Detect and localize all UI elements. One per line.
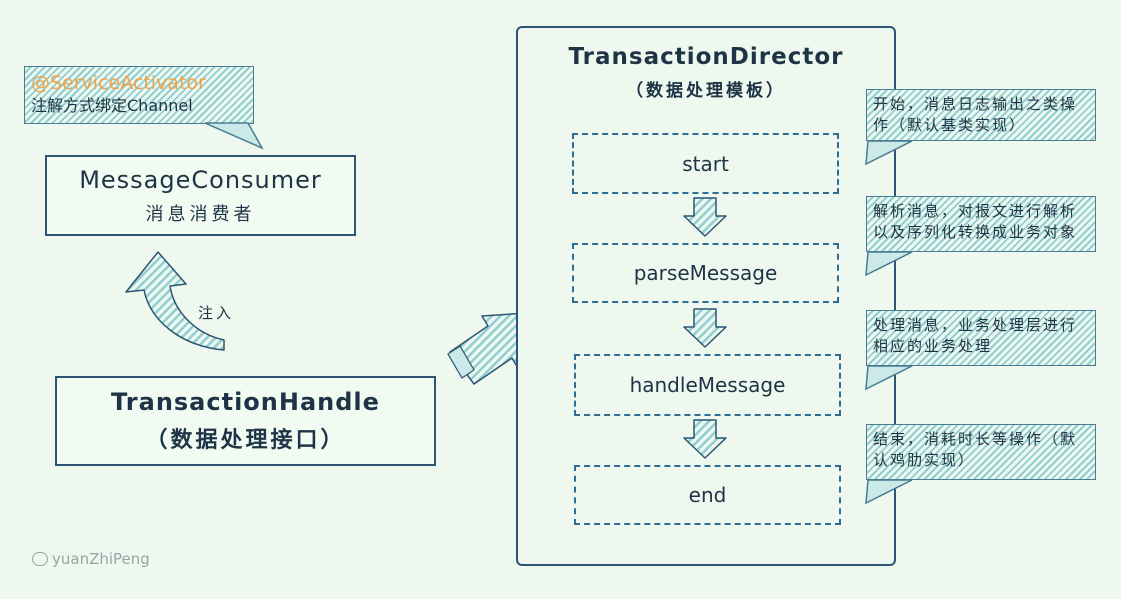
note-pointers — [865, 140, 913, 505]
watermark-text: yuanZhiPeng — [52, 550, 150, 568]
watermark: yuanZhiPeng — [32, 550, 150, 568]
wechat-icon — [32, 552, 48, 566]
